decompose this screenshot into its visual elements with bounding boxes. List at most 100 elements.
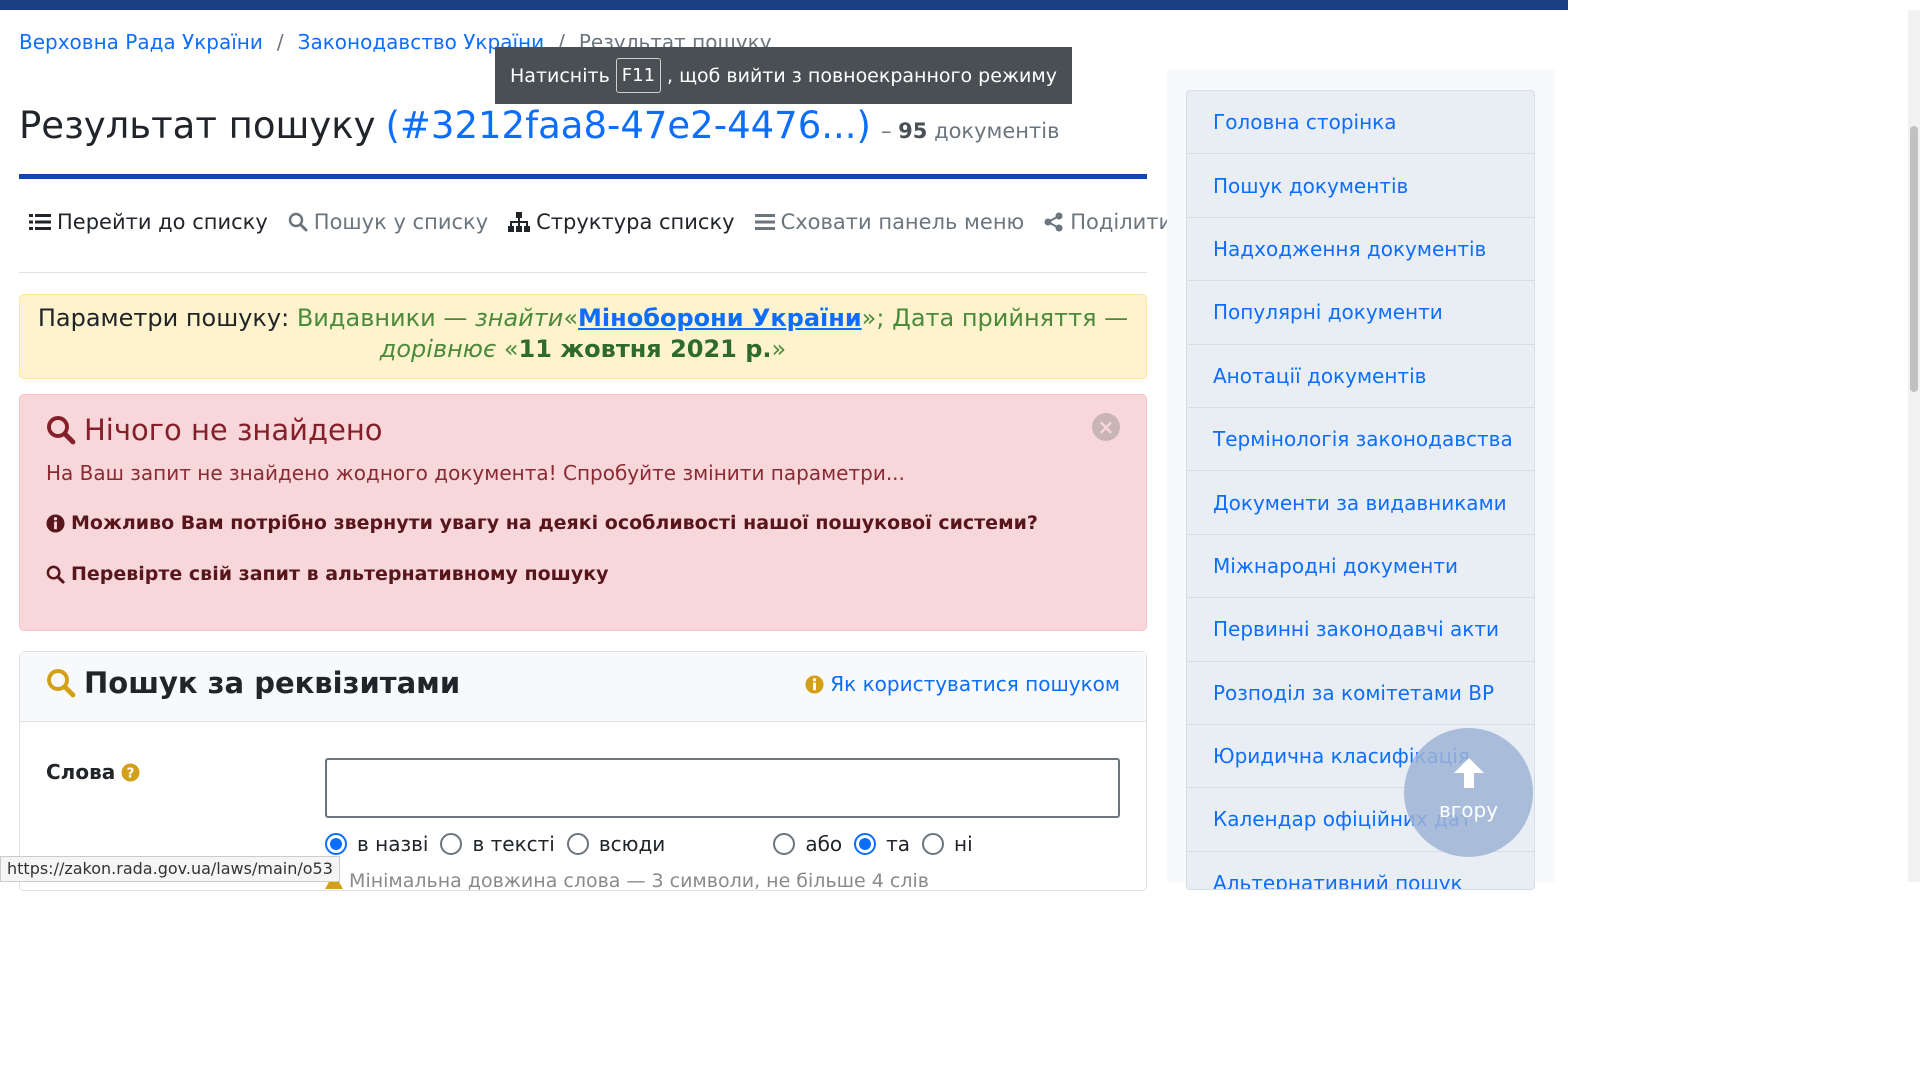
requisites-search-title: Пошук за реквізитами [46,666,460,700]
words-field-label: Слова ? [46,760,140,784]
go-to-list-label: Перейти до списку [57,210,268,234]
alternative-search-link[interactable]: Перевірте свій запит в альтернативному п… [46,563,609,585]
radio-scope-everywhere-label: всюди [598,832,666,856]
sidebar-item-incoming-documents[interactable]: Надходження документів [1187,218,1534,282]
words-input[interactable] [325,758,1120,818]
radio-scope-text[interactable]: в тексті [440,832,555,856]
radio-scope-everywhere[interactable]: всюди [566,832,666,856]
info-circle-icon [46,513,65,533]
arrow-up-icon [1404,756,1533,790]
sidebar-item-home[interactable]: Головна сторінка [1187,91,1534,155]
top-brand-bar [0,0,1568,10]
result-count-label: документів [934,119,1060,143]
radio-logic-not[interactable]: ні [922,832,973,856]
search-options-radios: в назві в тексті всюди або та ні [325,832,985,856]
radio-logic-and[interactable]: та [854,832,910,856]
fullscreen-exit-toast: Натисніть F11 , щоб вийти з повноекранно… [495,47,1072,104]
search-icon [46,565,65,584]
toast-key: F11 [615,58,662,93]
sidebar-item-alternative-search[interactable]: Альтернативний пошук [1187,852,1534,889]
result-count: – 95 документів [881,119,1060,143]
sidebar-item-by-publisher[interactable]: Документи за видавниками [1187,471,1534,535]
radio-logic-and-dot[interactable] [854,833,877,855]
toast-text-after: , щоб вийти з повноекранного режиму [667,64,1057,87]
search-help-link[interactable]: Як користуватися пошуком [805,672,1120,696]
alert-title: Нічого не знайдено [46,413,383,447]
breadcrumb-link-rada[interactable]: Верховна Рада України [19,30,263,54]
list-toolbar: Перейти до списку Пошук у списку Структу… [19,200,1215,244]
requisites-search-card: Пошук за реквізитами Як користуватися по… [19,651,1147,892]
search-icon [46,668,76,698]
radio-logic-or-label: або [805,832,843,856]
radio-logic-or-dot[interactable] [773,833,796,855]
toast-text-before: Натисніть [510,64,610,87]
search-help-label: Як користуватися пошуком [830,672,1120,696]
params-publisher-link[interactable]: Міноборони України [578,304,862,332]
info-circle-icon [805,674,824,694]
search-in-list-button[interactable]: Пошук у списку [278,210,498,234]
hide-menu-label: Сховати панель меню [780,210,1025,234]
radio-logic-and-label: та [886,832,911,856]
radio-logic-not-label: ні [954,832,973,856]
radio-scope-title-label: в назві [357,832,429,856]
params-date-value: 11 жовтня 2021 р. [518,335,772,363]
svg-text:?: ? [127,766,135,781]
radio-scope-text-dot[interactable] [440,833,463,855]
sidebar-item-annotations[interactable]: Анотації документів [1187,345,1534,408]
search-params-box: Параметри пошуку: Видавники — знайти«Мін… [19,294,1147,379]
search-tips-link[interactable]: Можливо Вам потрібно звернути увагу на д… [46,512,1038,534]
search-hash-link[interactable]: (#3212faa8-47e2-4476...) [385,104,870,147]
result-count-dash: – [880,119,892,143]
params-quote-open: « [563,304,579,332]
breadcrumb-separator: / [276,30,284,54]
title-divider [19,174,1147,179]
go-to-list-button[interactable]: Перейти до списку [19,210,278,234]
params-publishers: Видавники — знайти«Міноборони України»; … [297,304,1128,363]
back-to-top-label: вгору [1438,798,1499,822]
words-hint-text: Мінімальна довжина слова — 3 символи, не… [349,870,929,892]
share-icon [1044,212,1064,232]
search-in-list-label: Пошук у списку [313,210,489,234]
radio-logic-or[interactable]: або [773,832,842,856]
sidebar-item-primary-acts[interactable]: Первинні законодавчі акти [1187,598,1534,662]
params-dash: — [443,304,468,332]
params-publishers-field: Видавники [296,304,436,332]
list-structure-button[interactable]: Структура списку [498,210,744,234]
radio-scope-text-label: в тексті [472,832,555,856]
params-label: Параметри пошуку: [37,304,290,332]
sitemap-icon [508,212,531,232]
alert-title-text: Нічого не знайдено [84,413,383,447]
list-icon [29,212,51,232]
params-equals-op: дорівнює [379,335,497,363]
radio-logic-not-dot[interactable] [922,833,945,855]
not-found-alert: Нічого не знайдено × На Ваш запит не зна… [19,394,1147,631]
requisites-search-header: Пошук за реквізитами Як користуватися по… [20,652,1146,722]
search-tips-label: Можливо Вам потрібно звернути увагу на д… [71,512,1038,534]
question-circle-icon[interactable]: ? [121,762,140,782]
close-icon[interactable]: × [1092,413,1120,441]
alternative-search-label: Перевірте свій запит в альтернативному п… [71,563,609,585]
search-icon [288,212,308,232]
hide-menu-button[interactable]: Сховати панель меню [745,210,1035,234]
radio-scope-title-dot[interactable] [325,833,347,855]
requisites-search-title-text: Пошук за реквізитами [84,666,461,700]
radio-scope-title[interactable]: в назві [325,832,428,856]
hamburger-icon [754,213,775,231]
toolbar-divider [19,272,1147,273]
sidebar-item-popular-documents[interactable]: Популярні документи [1187,281,1534,345]
scrollbar-thumb[interactable] [1910,126,1918,392]
params-dash: — [1104,304,1129,332]
sidebar-item-committees[interactable]: Розподіл за комітетами ВР [1187,662,1534,725]
params-date-quote-close: » [771,335,787,363]
alert-message: На Ваш запит не знайдено жодного докумен… [46,461,905,485]
params-date-field: Дата прийняття [892,304,1097,332]
list-structure-label: Структура списку [536,210,735,234]
sidebar-item-terminology[interactable]: Термінологія законодавства [1187,408,1534,472]
params-quote-close: »; [861,304,885,332]
params-find-op: знайти [475,304,564,332]
radio-scope-everywhere-dot[interactable] [566,833,589,855]
search-icon [46,415,76,445]
back-to-top-button[interactable]: вгору [1404,728,1533,857]
sidebar-item-document-search[interactable]: Пошук документів [1187,154,1534,218]
sidebar-item-international[interactable]: Міжнародні документи [1187,535,1534,599]
